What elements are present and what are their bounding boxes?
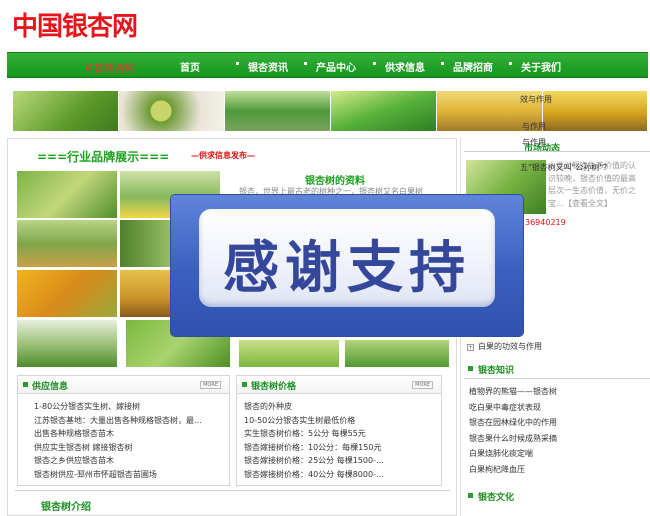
list-item[interactable]: 效与作用 — [520, 94, 552, 105]
panel-header: 供应信息 MORE — [18, 376, 229, 394]
list-item[interactable]: 10-50公分银杏实生树最低价格 — [244, 414, 384, 428]
bullet-icon — [242, 382, 247, 387]
list-item[interactable]: 供应实生银杏树 嫁接银杏树 — [34, 441, 202, 455]
banner-photo — [543, 91, 647, 131]
more-button[interactable]: MORE — [412, 381, 433, 389]
more-button[interactable]: MORE — [200, 381, 221, 389]
list-item[interactable]: 植物界的熊猫——银杏树 — [469, 384, 557, 400]
supply-info-panel: 供应信息 MORE 1-80公分银杏实生树、嫁接树 江苏银杏基地：大量出售各种规… — [17, 375, 230, 486]
nav-item-products[interactable]: 产品中心 — [316, 59, 356, 74]
expand-icon: + — [467, 344, 474, 351]
nav-item-supply[interactable]: 供求信息 — [385, 59, 425, 74]
divider — [464, 378, 650, 379]
list-item[interactable]: 五"银杏树又叫"公孙树"？ — [520, 162, 611, 173]
nav-separator — [304, 62, 307, 65]
knowledge-title: 银杏知识 — [478, 366, 515, 376]
list-item[interactable]: 出售各种规格银杏苗木 — [34, 427, 202, 441]
list-item[interactable]: 与作用 — [522, 137, 546, 148]
overlay-panel: 感谢支持 — [199, 209, 495, 307]
nav-separator — [441, 62, 444, 65]
site-logo[interactable]: 中国银杏网 — [12, 6, 138, 43]
market-line: 识较晚，银杏价值的最高 — [548, 173, 636, 183]
side-news-item[interactable]: + 白果的功效与作用 — [467, 341, 542, 352]
price-panel: 银杏树价格 MORE 银杏的外种皮 10-50公分银杏实生树最低价格 实生银杏树… — [236, 375, 442, 486]
nav-brand[interactable]: 中国银杏网 — [85, 60, 135, 75]
divider — [464, 151, 650, 152]
divider — [15, 490, 450, 491]
main-nav: 中国银杏网 首页 银杏资讯 产品中心 供求信息 品牌招商 关于我们 — [7, 52, 648, 78]
panel-title: 供应信息 — [32, 382, 69, 392]
list-item[interactable]: 银杏之乡供应银杏苗木 — [34, 454, 202, 468]
list-item[interactable]: 银杏嫁接树价格：25公分 每棵1500-… — [244, 454, 384, 468]
knowledge-list: 植物界的熊猫——银杏树 吃白果中毒症状表现 银杏在园林绿化中的作用 银杏果什么时… — [469, 384, 557, 477]
brand-show-title: ===行业品牌展示=== — [37, 150, 170, 164]
culture-title: 银杏文化 — [478, 493, 515, 503]
bullet-icon — [468, 493, 473, 498]
nav-item-about[interactable]: 关于我们 — [521, 59, 561, 74]
panel-title: 银杏树价格 — [251, 382, 297, 392]
nav-separator — [509, 62, 512, 65]
product-photo[interactable] — [345, 340, 449, 367]
product-photo[interactable] — [17, 270, 117, 317]
nav-item-investment[interactable]: 品牌招商 — [453, 59, 493, 74]
culture-header: 银杏文化 — [464, 488, 650, 504]
product-photo[interactable] — [17, 220, 117, 267]
market-header: 市场动态 — [464, 139, 650, 155]
list-item[interactable]: 银杏果什么时候成熟采摘 — [469, 431, 557, 447]
nav-separator — [236, 62, 239, 65]
product-photo[interactable] — [17, 320, 117, 367]
list-item[interactable]: 银杏在园林绿化中的作用 — [469, 415, 557, 431]
read-more-link[interactable]: 宝…【查看全文】 — [548, 198, 648, 211]
bullet-icon — [23, 382, 28, 387]
supply-list: 1-80公分银杏实生树、嫁接树 江苏银杏基地：大量出售各种规格银杏树，最… 出售… — [34, 400, 202, 482]
knowledge-header: 银杏知识 — [464, 361, 650, 377]
overlay-text: 感谢支持 — [223, 236, 471, 301]
banner-photo — [119, 91, 224, 131]
list-item[interactable]: 白果枸杞降血压 — [469, 462, 557, 478]
supply-publish-link[interactable]: —供求信息发布— — [191, 150, 255, 161]
phone-number: 36940219 — [525, 218, 566, 227]
banner-photo — [225, 91, 330, 131]
list-item[interactable]: 1-80公分银杏实生树、嫁接树 — [34, 400, 202, 414]
intro-section-title: 银杏树介绍 — [41, 502, 91, 513]
info-article-title[interactable]: 银杏树的资料 — [305, 172, 365, 187]
nav-item-home[interactable]: 首页 — [180, 59, 200, 74]
nav-separator — [373, 62, 376, 65]
list-item[interactable]: 白果烧肺化痰定喘 — [469, 446, 557, 462]
banner-photo — [13, 91, 118, 131]
list-item[interactable]: 银杏嫁接树价格：10公分：每棵150元 — [244, 441, 384, 455]
side-news-label: 白果的功效与作用 — [478, 342, 542, 351]
market-line: 层次一生态价值，无价之 — [548, 186, 636, 195]
list-item[interactable]: 与作用 — [522, 121, 546, 132]
list-item[interactable]: 银杏树供应-邳州市怀超银杏苗圃场 — [34, 468, 202, 482]
banner-photo — [331, 91, 436, 131]
bullet-icon — [468, 366, 473, 371]
price-list: 银杏的外种皮 10-50公分银杏实生树最低价格 实生银杏树价格：5公分 每棵55… — [244, 400, 384, 482]
list-item[interactable]: 银杏嫁接树价格：40公分 每棵8000-… — [244, 468, 384, 482]
list-item[interactable]: 吃白果中毒症状表现 — [469, 400, 557, 416]
list-item[interactable]: 江苏银杏基地：大量出售各种规格银杏树，最… — [34, 414, 202, 428]
list-item[interactable]: 银杏的外种皮 — [244, 400, 384, 414]
panel-header: 银杏树价格 MORE — [237, 376, 441, 394]
thanks-overlay-banner: 感谢支持 — [171, 195, 523, 336]
nav-item-news[interactable]: 银杏资讯 — [248, 59, 288, 74]
product-photo[interactable] — [17, 171, 117, 218]
product-photo[interactable] — [239, 340, 339, 367]
list-item[interactable]: 实生银杏树价格：5公分 每棵55元 — [244, 427, 384, 441]
